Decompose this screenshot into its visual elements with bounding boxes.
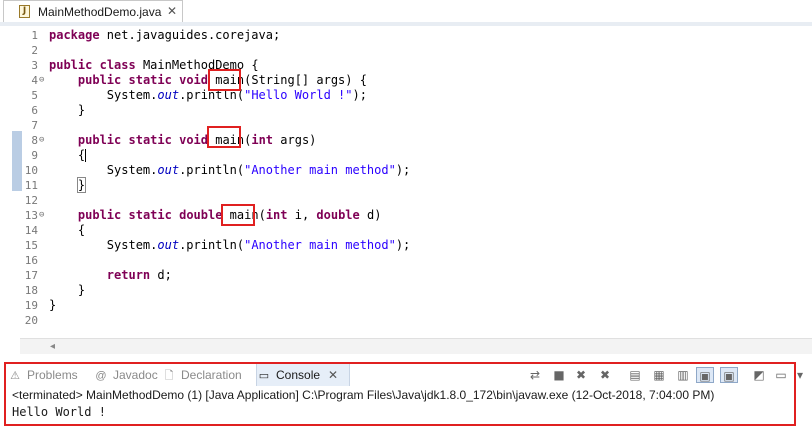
code-line[interactable]: 12 <box>0 193 812 208</box>
code-line[interactable]: 11 } <box>0 177 812 193</box>
terminate-icon[interactable]: ■ <box>550 367 568 383</box>
code-line[interactable]: 20 <box>0 313 812 328</box>
line-number: 6 <box>31 104 38 117</box>
code-line[interactable]: 3 public class MainMethodDemo { <box>0 58 812 73</box>
problems-icon: ⚠ <box>10 370 20 382</box>
code-text: } <box>49 298 57 312</box>
editor-tab-mainmethoddemo[interactable]: J MainMethodDemo.java ✕ <box>3 0 183 22</box>
editor-tab-bar: J MainMethodDemo.java ✕ <box>0 0 812 22</box>
remove-all-terminated-icon[interactable]: ✖ <box>596 367 614 383</box>
line-number: 4 <box>31 74 38 87</box>
line-number: 8 <box>31 134 38 147</box>
line-number: 20 <box>24 314 38 327</box>
javadoc-icon: @ <box>95 370 107 382</box>
code-text: package net.javaguides.corejava; <box>49 28 281 42</box>
line-number: 11 <box>24 179 38 192</box>
line-number: 10 <box>24 164 38 177</box>
word-wrap-icon[interactable]: ▥ <box>674 367 692 383</box>
code-text: System.out.println("Another main method"… <box>49 238 411 252</box>
code-text: } <box>49 283 86 297</box>
code-text: } <box>49 103 86 117</box>
line-number: 15 <box>24 239 38 252</box>
code-line[interactable]: 13 ⊖ public static double main(int i, dou… <box>0 208 812 223</box>
console-icon: ▭ <box>258 370 270 382</box>
horizontal-scrollbar[interactable]: ◂ <box>20 338 812 355</box>
code-line[interactable]: 19} <box>0 298 812 313</box>
code-text: } <box>76 177 87 193</box>
highlight-main-2 <box>207 126 241 148</box>
scroll-left-icon[interactable]: ◂ <box>50 341 55 352</box>
show-on-stderr-icon[interactable]: ▣ <box>720 367 738 383</box>
highlight-main-1 <box>208 69 241 91</box>
java-file-icon: J <box>19 5 30 18</box>
code-line[interactable]: 6 } <box>0 103 812 118</box>
tab-declaration[interactable]: 🗋 Declaration <box>162 364 252 386</box>
remove-launch-icon[interactable]: ✖ <box>572 367 590 383</box>
tab-label: Javadoc <box>113 368 158 382</box>
code-text: { <box>49 223 86 237</box>
code-line[interactable]: 18 } <box>0 283 812 298</box>
code-text: { <box>49 148 87 162</box>
declaration-icon: 🗋 <box>164 370 174 382</box>
line-number: 1 <box>31 29 38 42</box>
line-number: 5 <box>31 89 38 102</box>
code-editor[interactable]: 1 package net.javaguides.corejava; 2 3 publi… <box>0 26 812 338</box>
line-number: 9 <box>31 149 38 162</box>
console-output: Hello World ! <box>12 405 106 419</box>
line-number: 3 <box>31 59 38 72</box>
view-menu-icon[interactable]: ▾ <box>794 367 806 383</box>
code-line[interactable]: 8 ⊖ public static void main(int args) <box>0 133 812 148</box>
tab-label: Console <box>276 368 321 382</box>
fold-toggle-icon[interactable]: ⊖ <box>39 208 44 223</box>
clear-console-icon[interactable]: ▤ <box>626 367 644 383</box>
tab-console[interactable]: ▭ Console ✕ <box>256 364 350 386</box>
line-number: 16 <box>24 254 38 267</box>
show-on-stdout-icon[interactable]: ▣ <box>696 367 714 383</box>
line-number: 19 <box>24 299 38 312</box>
line-number: 2 <box>31 44 38 57</box>
line-number: 17 <box>24 269 38 282</box>
tab-problems[interactable]: ⚠ Problems <box>8 364 90 386</box>
code-line[interactable]: 4 ⊖ public static void main(String[] args… <box>0 73 812 88</box>
fold-toggle-icon[interactable]: ⊖ <box>39 133 44 148</box>
code-text: public static void main(int args) <box>77 133 317 147</box>
code-text: System.out.println("Another main method"… <box>49 163 411 177</box>
code-line[interactable]: 1 package net.javaguides.corejava; <box>0 28 812 43</box>
line-number: 14 <box>24 224 38 237</box>
code-line[interactable]: 14 { <box>0 223 812 238</box>
pin-console-icon[interactable]: ⇄ <box>526 367 544 383</box>
code-line[interactable]: 15 System.out.println("Another main meth… <box>0 238 812 253</box>
open-console-icon[interactable]: ◩ <box>750 367 768 383</box>
code-line[interactable]: 17 return d; <box>0 268 812 283</box>
console-status: <terminated> MainMethodDemo (1) [Java Ap… <box>12 388 715 402</box>
code-line[interactable]: 9 { <box>0 148 812 163</box>
code-line[interactable]: 7 <box>0 118 812 133</box>
scroll-lock-icon[interactable]: ▦ <box>650 367 668 383</box>
tab-javadoc[interactable]: @ Javadoc <box>94 364 158 386</box>
code-text: return d; <box>106 268 172 282</box>
line-number: 12 <box>24 194 38 207</box>
tab-label: Declaration <box>181 368 242 382</box>
line-number: 18 <box>24 284 38 297</box>
close-icon[interactable]: ✕ <box>328 368 338 382</box>
fold-toggle-icon[interactable]: ⊖ <box>39 73 44 88</box>
editor-tab-title: MainMethodDemo.java <box>38 5 162 19</box>
code-line[interactable]: 5 System.out.println("Hello World !"); <box>0 88 812 103</box>
highlight-main-3 <box>221 204 255 226</box>
code-line[interactable]: 2 <box>0 43 812 58</box>
code-line[interactable]: 16 <box>0 253 812 268</box>
tab-label: Problems <box>27 368 78 382</box>
line-number: 7 <box>31 119 38 132</box>
display-selected-console-icon[interactable]: ▭ <box>772 367 790 383</box>
line-number: 13 <box>24 209 38 222</box>
code-line[interactable]: 10 System.out.println("Another main meth… <box>0 163 812 178</box>
close-icon[interactable]: ✕ <box>167 4 177 18</box>
code-text: public static double main(int i, double … <box>77 208 382 222</box>
